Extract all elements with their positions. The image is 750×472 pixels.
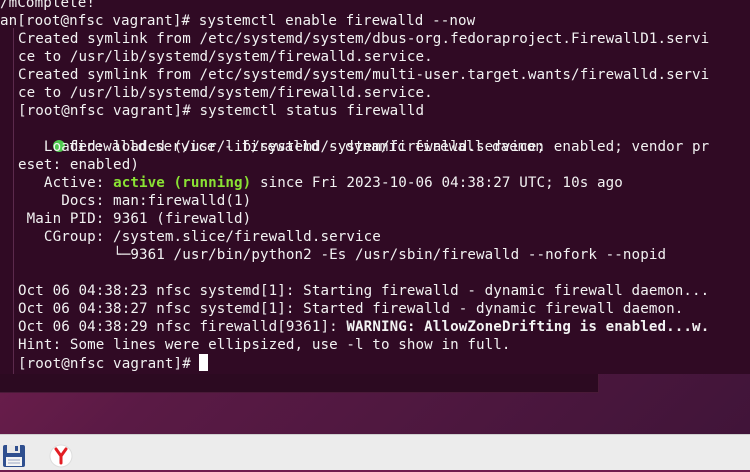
text-cursor [199, 354, 209, 371]
terminal-line: CGroup: /system.slice/firewalld.service [18, 229, 381, 245]
terminal-line: Hint: Some lines were ellipsized, use -l… [18, 337, 511, 353]
warning-message: WARNING: AllowZoneDrifting is enabled...… [346, 319, 710, 335]
terminal-line: Created symlink from /etc/systemd/system… [18, 67, 710, 83]
shell-prompt: [root@nfsc vagrant]# [18, 356, 200, 372]
terminal-line: [root@nfsc vagrant]# systemctl status fi… [18, 103, 425, 119]
terminal-line: Active: active (running) since Fri 2023-… [18, 174, 623, 192]
active-running-status: active (running) [113, 175, 252, 191]
terminal-line: Oct 06 04:38:27 nfsc systemd[1]: Started… [18, 301, 684, 317]
terminal-line: eset: enabled) [18, 157, 139, 173]
terminal-line: ce to /usr/lib/systemd/system/firewalld.… [18, 85, 433, 101]
log-prefix: Oct 06 04:38:29 nfsc firewalld[9361]: [18, 319, 347, 335]
terminal-line: /mComplete! [0, 0, 96, 11]
terminal-line: Docs: man:firewalld(1) [18, 193, 252, 209]
terminal-line: Loaded: loaded (/usr/lib/systemd/system/… [18, 139, 710, 155]
terminal-line: ce to /usr/lib/systemd/system/firewalld.… [18, 49, 433, 65]
terminal-line: └─9361 /usr/bin/python2 -Es /usr/sbin/fi… [18, 247, 667, 263]
terminal-prompt-line[interactable]: [root@nfsc vagrant]# [18, 354, 209, 373]
terminal-line: Oct 06 04:38:29 nfsc firewalld[9361]: WA… [18, 318, 709, 336]
terminal-line: Oct 06 04:38:23 nfsc systemd[1]: Startin… [18, 283, 710, 299]
terminal-left-border [0, 28, 14, 374]
terminal-line: Main PID: 9361 (firewalld) [18, 211, 252, 227]
terminal-line: an[root@nfsc vagrant]# systemctl enable … [0, 13, 476, 29]
terminal-line: Created symlink from /etc/systemd/system… [18, 31, 710, 47]
terminal-window[interactable]: /mComplete! an[root@nfsc vagrant]# syste… [0, 0, 750, 374]
yandex-browser-icon[interactable] [49, 444, 73, 468]
active-label: Active: [18, 175, 114, 191]
taskbar [0, 434, 750, 470]
active-since: since Fri 2023-10-06 04:38:27 UTC; 10s a… [251, 175, 623, 191]
save-icon[interactable] [2, 444, 26, 468]
